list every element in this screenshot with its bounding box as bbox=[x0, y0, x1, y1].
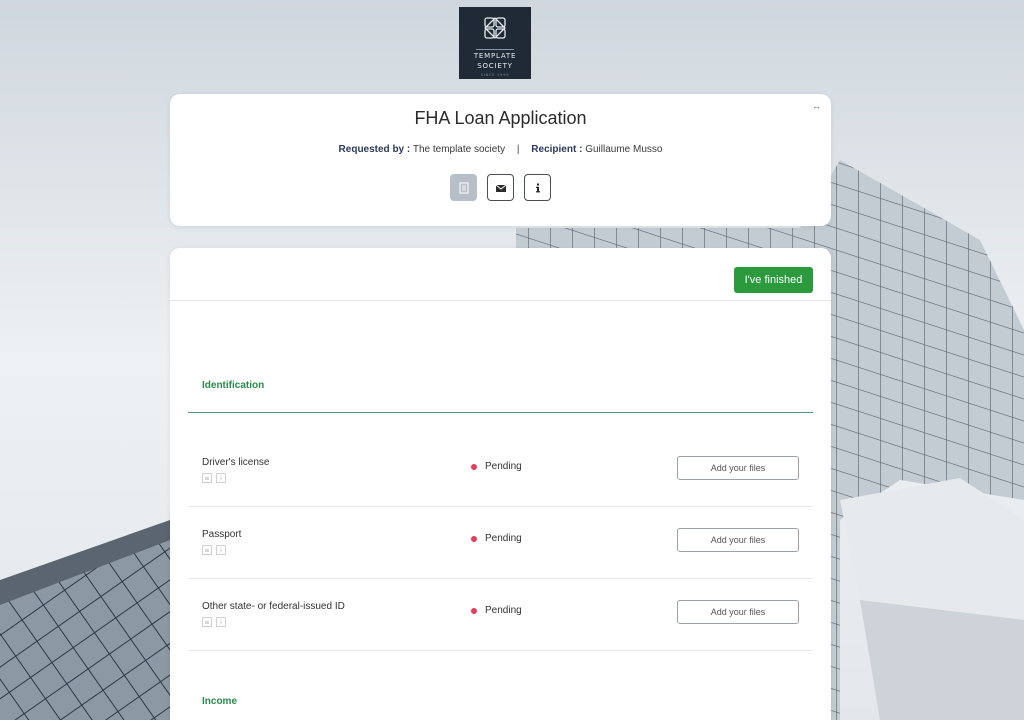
finished-button[interactable]: I've finished bbox=[734, 267, 813, 293]
mail-icon bbox=[495, 184, 506, 192]
document-icon bbox=[459, 182, 468, 193]
status-badge: Pending bbox=[471, 461, 522, 472]
add-files-button[interactable]: Add your files bbox=[677, 528, 799, 552]
add-files-button[interactable]: Add your files bbox=[677, 600, 799, 624]
documents-card: I've finished Identification Driver's li… bbox=[170, 248, 831, 720]
document-name: Driver's license bbox=[202, 457, 270, 468]
header-toolbar bbox=[170, 174, 831, 201]
info-tab-button[interactable] bbox=[524, 174, 551, 201]
document-name: Other state- or federal-issued ID bbox=[202, 601, 345, 612]
recipient-label: Recipient : bbox=[531, 144, 583, 155]
section-title-income: Income bbox=[202, 696, 238, 707]
document-row: Passport ≡ i Pending Add your files bbox=[188, 507, 813, 579]
requested-by-label: Requested by : bbox=[338, 144, 411, 155]
document-icons: ≡ i bbox=[202, 617, 226, 627]
request-meta: Requested by : The template society | Re… bbox=[170, 144, 831, 155]
brand-logo: TEMPLATE SOCIETY SINCE 1990 bbox=[459, 7, 531, 79]
document-row: Other state- or federal-issued ID ≡ i Pe… bbox=[188, 579, 813, 651]
document-row: Driver's license ≡ i Pending Add your fi… bbox=[188, 435, 813, 507]
messages-tab-button[interactable] bbox=[487, 174, 514, 201]
pending-dot-icon bbox=[471, 535, 477, 542]
info-icon[interactable]: i bbox=[216, 617, 226, 627]
card-divider bbox=[170, 300, 831, 301]
knot-logo-icon bbox=[484, 17, 506, 39]
logo-divider bbox=[476, 49, 514, 50]
info-icon[interactable]: i bbox=[216, 473, 226, 483]
logo-subtitle: SINCE 1990 bbox=[480, 73, 510, 77]
document-icons: ≡ i bbox=[202, 545, 226, 555]
status-badge: Pending bbox=[471, 533, 522, 544]
pending-dot-icon bbox=[471, 463, 477, 470]
documents-tab-button[interactable] bbox=[450, 174, 477, 201]
document-name: Passport bbox=[202, 529, 242, 540]
logo-wordmark-line1: TEMPLATE bbox=[473, 52, 517, 60]
logo-wordmark-line2: SOCIETY bbox=[477, 62, 513, 70]
comment-icon[interactable]: ≡ bbox=[202, 473, 212, 483]
page-title: FHA Loan Application bbox=[414, 108, 587, 128]
requested-by-value: The template society bbox=[412, 144, 506, 155]
comment-icon[interactable]: ≡ bbox=[202, 545, 212, 555]
info-icon bbox=[535, 183, 540, 192]
meta-separator: | bbox=[516, 144, 520, 155]
add-files-button[interactable]: Add your files bbox=[677, 456, 799, 480]
comment-icon[interactable]: ≡ bbox=[202, 617, 212, 627]
section-title-identification: Identification bbox=[202, 380, 265, 391]
info-icon[interactable]: i bbox=[216, 545, 226, 555]
status-text: Pending bbox=[485, 533, 522, 544]
status-text: Pending bbox=[485, 605, 522, 616]
section-rule bbox=[188, 412, 813, 413]
pending-dot-icon bbox=[471, 607, 477, 614]
status-badge: Pending bbox=[471, 605, 522, 616]
document-icons: ≡ i bbox=[202, 473, 226, 483]
request-header-card: ↔ FHA Loan Application Requested by : Th… bbox=[170, 94, 831, 226]
status-text: Pending bbox=[485, 461, 522, 472]
recipient-value: Guillaume Musso bbox=[585, 144, 663, 155]
